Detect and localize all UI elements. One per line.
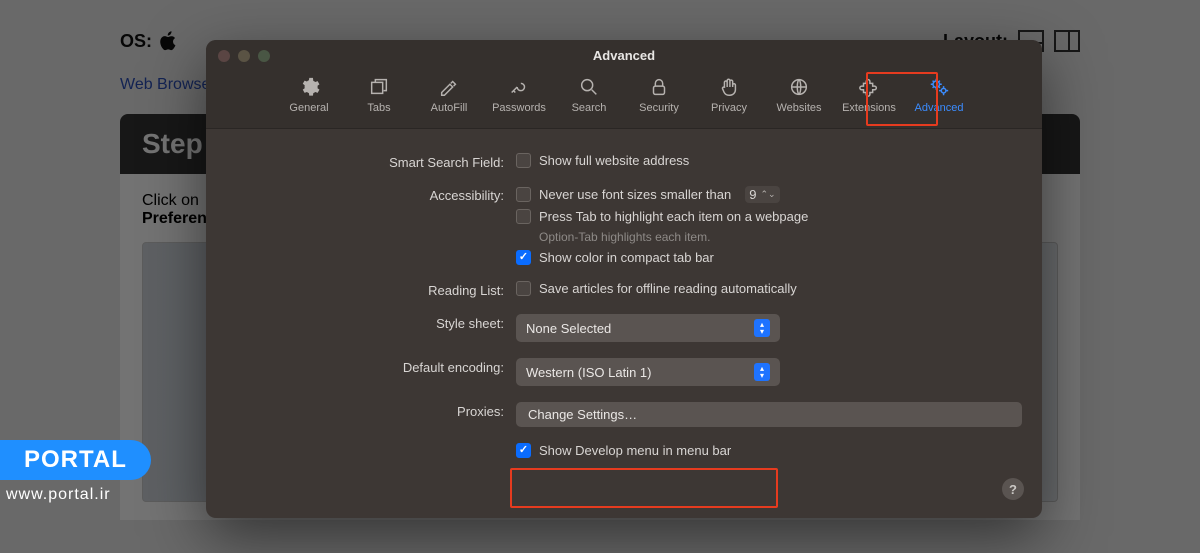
window-titlebar: Advanced — [206, 40, 1042, 68]
tab-tabs-label: Tabs — [367, 102, 390, 114]
option-tab-hint: Option-Tab highlights each item. — [539, 230, 1022, 244]
search-icon — [578, 76, 600, 98]
lock-icon — [648, 76, 670, 98]
accessibility-label: Accessibility: — [226, 186, 516, 203]
pencil-icon — [438, 76, 460, 98]
encoding-select[interactable]: Western (ISO Latin 1) ▴▾ — [516, 358, 780, 386]
cb-offline-reading-label: Save articles for offline reading automa… — [539, 281, 797, 296]
tab-advanced[interactable]: Advanced — [904, 72, 974, 118]
key-icon — [508, 76, 530, 98]
encoding-label: Default encoding: — [226, 358, 516, 375]
tab-search[interactable]: Search — [554, 72, 624, 118]
checkbox-icon — [516, 209, 531, 224]
tab-search-label: Search — [572, 102, 607, 114]
tab-extensions-label: Extensions — [842, 102, 896, 114]
tab-privacy-label: Privacy — [711, 102, 747, 114]
checkbox-checked-icon — [516, 443, 531, 458]
checkbox-checked-icon — [516, 250, 531, 265]
cb-full-address-label: Show full website address — [539, 153, 689, 168]
cb-full-address[interactable]: Show full website address — [516, 153, 1022, 168]
cb-tab-highlight-label: Press Tab to highlight each item on a we… — [539, 209, 808, 224]
style-sheet-label: Style sheet: — [226, 314, 516, 331]
preferences-window: Advanced General Tabs AutoFill Passwords… — [206, 40, 1042, 518]
checkbox-icon — [516, 187, 531, 202]
tab-tabs[interactable]: Tabs — [344, 72, 414, 118]
puzzle-icon — [858, 76, 880, 98]
cb-compact-color[interactable]: Show color in compact tab bar — [516, 250, 1022, 265]
chevron-updown-icon: ▴▾ — [754, 319, 770, 337]
hand-icon — [718, 76, 740, 98]
zoom-icon[interactable] — [258, 50, 270, 62]
cb-font-size-label: Never use font sizes smaller than — [539, 187, 731, 202]
close-icon[interactable] — [218, 50, 230, 62]
style-sheet-value: None Selected — [526, 321, 611, 336]
tab-general[interactable]: General — [274, 72, 344, 118]
style-sheet-select[interactable]: None Selected ▴▾ — [516, 314, 780, 342]
proxies-label: Proxies: — [226, 402, 516, 419]
smart-search-label: Smart Search Field: — [226, 153, 516, 170]
cb-font-size[interactable]: Never use font sizes smaller than 9 ⌃⌄ — [516, 186, 1022, 203]
change-settings-button[interactable]: Change Settings… — [516, 402, 1022, 427]
tab-websites-label: Websites — [776, 102, 821, 114]
font-size-value: 9 — [749, 187, 756, 202]
gears-icon — [928, 76, 950, 98]
preferences-toolbar: General Tabs AutoFill Passwords Search S… — [206, 68, 1042, 129]
portal-badge: PORTAL — [0, 440, 151, 480]
checkbox-icon — [516, 153, 531, 168]
font-size-stepper[interactable]: 9 ⌃⌄ — [745, 186, 779, 203]
tab-websites[interactable]: Websites — [764, 72, 834, 118]
tab-advanced-label: Advanced — [915, 102, 964, 114]
help-button[interactable]: ? — [1002, 478, 1024, 500]
cb-tab-highlight[interactable]: Press Tab to highlight each item on a we… — [516, 209, 1022, 224]
tab-general-label: General — [289, 102, 328, 114]
reading-list-label: Reading List: — [226, 281, 516, 298]
tab-security[interactable]: Security — [624, 72, 694, 118]
chevron-updown-icon: ⌃⌄ — [760, 189, 775, 200]
cb-develop-menu[interactable]: Show Develop menu in menu bar — [516, 443, 1022, 458]
minimize-icon[interactable] — [238, 50, 250, 62]
cb-compact-color-label: Show color in compact tab bar — [539, 250, 714, 265]
checkbox-icon — [516, 281, 531, 296]
tab-security-label: Security — [639, 102, 679, 114]
window-traffic-lights[interactable] — [218, 50, 270, 62]
tab-autofill[interactable]: AutoFill — [414, 72, 484, 118]
tab-autofill-label: AutoFill — [431, 102, 468, 114]
tab-privacy[interactable]: Privacy — [694, 72, 764, 118]
cb-offline-reading[interactable]: Save articles for offline reading automa… — [516, 281, 1022, 296]
tabs-icon — [368, 76, 390, 98]
tab-passwords-label: Passwords — [492, 102, 546, 114]
cb-develop-menu-label: Show Develop menu in menu bar — [539, 443, 731, 458]
encoding-value: Western (ISO Latin 1) — [526, 365, 651, 380]
tab-passwords[interactable]: Passwords — [484, 72, 554, 118]
portal-url: www.portal.ir — [0, 486, 151, 504]
chevron-updown-icon: ▴▾ — [754, 363, 770, 381]
gear-icon — [298, 76, 320, 98]
globe-icon — [788, 76, 810, 98]
tab-extensions[interactable]: Extensions — [834, 72, 904, 118]
window-title: Advanced — [593, 48, 655, 63]
